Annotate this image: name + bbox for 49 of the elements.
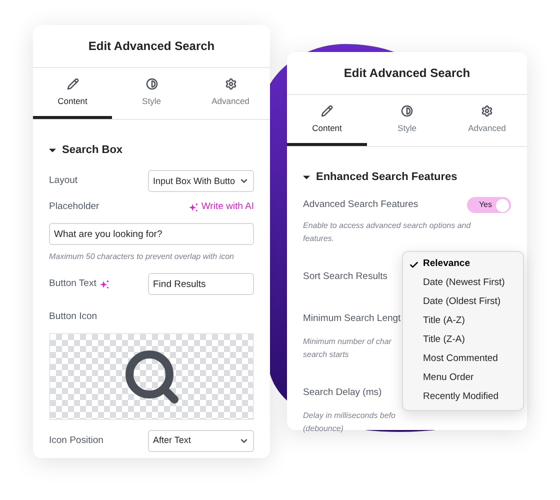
help-text: Maximum 50 characters to prevent overlap with icon: [49, 251, 235, 263]
tab[interactable]: Style: [112, 68, 191, 119]
menu-item[interactable]: Date (Oldest First): [403, 293, 523, 312]
panel-title: Edit Advanced Search: [287, 52, 527, 95]
select-field[interactable]: Input Box With Butto: [148, 170, 254, 192]
input-field[interactable]: Find Results: [148, 273, 254, 295]
help-text: Delay in milliseconds befo (debounce): [303, 410, 396, 436]
menu-item[interactable]: Recently Modified: [403, 388, 523, 407]
menu-item[interactable]: Title (A-Z): [403, 312, 523, 331]
pencil-icon: [321, 105, 333, 117]
field-label: Minimum Search Lengt: [303, 313, 401, 324]
panel-title: Edit Advanced Search: [33, 25, 270, 68]
menu-item[interactable]: Most Commented: [403, 350, 523, 369]
menu-item[interactable]: Menu Order: [403, 369, 523, 388]
field-label: Layout: [49, 174, 78, 188]
icon-picker[interactable]: [49, 333, 254, 420]
menu-item[interactable]: Relevance: [403, 255, 523, 274]
field-label: Icon Position: [49, 434, 104, 448]
pencil-icon: [66, 78, 78, 90]
field-label: Button Icon: [49, 311, 98, 322]
input-field[interactable]: What are you looking for?: [49, 223, 254, 245]
write-with-ai-link[interactable]: Write with AI: [189, 200, 254, 214]
caret-icon[interactable]: [303, 174, 310, 180]
field-label: Search Delay (ms): [303, 387, 382, 398]
check-icon: [409, 260, 419, 270]
menu-item[interactable]: Date (Newest First): [403, 274, 523, 293]
contrast-icon: [401, 105, 413, 117]
tab[interactable]: Style: [367, 95, 447, 146]
section-title: Enhanced Search Features: [316, 170, 458, 185]
settings-icon: [224, 78, 236, 90]
sparkle-icon: [189, 202, 198, 212]
caret-icon: [239, 436, 249, 446]
tab[interactable]: Advanced: [191, 68, 270, 119]
settings-icon: [481, 105, 493, 117]
field-label: Button Text: [49, 276, 96, 291]
select-field[interactable]: After Text: [148, 430, 254, 452]
section-title: Search Box: [62, 142, 123, 158]
tab[interactable]: Content: [33, 68, 112, 119]
field-label: Sort Search Results: [303, 271, 388, 282]
menu-item[interactable]: Title (Z-A): [403, 331, 523, 350]
contrast-icon: [146, 78, 158, 90]
caret-icon[interactable]: [49, 146, 56, 154]
tab[interactable]: Content: [287, 95, 367, 146]
field-label: Placeholder: [49, 200, 100, 214]
tab[interactable]: Advanced: [447, 95, 527, 146]
help-text: Enable to access advanced search options and features.: [303, 220, 471, 246]
toggle-switch[interactable]: Yes: [467, 197, 511, 214]
field-label: Advanced Search Features: [303, 198, 418, 212]
help-text: Minimum number of char search starts: [303, 336, 392, 362]
